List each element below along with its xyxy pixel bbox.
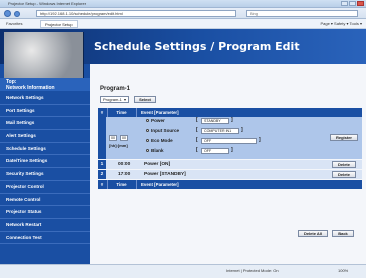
power-select[interactable]: STANDBY [201,118,229,124]
edit-row-marker [98,117,106,159]
sidebar-item-connection-test[interactable]: Connection Test [0,232,90,245]
close-button[interactable] [357,1,364,6]
minute-input[interactable]: 00 [120,135,128,141]
col-number-header: # [100,110,104,115]
browser-tab[interactable]: Projector Setup [40,20,78,28]
option-label: Eco Mode [151,138,173,143]
favorites-bar: Favorites Projector Setup Page ▾ Safety … [0,19,366,29]
back-button[interactable]: Back [332,230,354,237]
select-button[interactable]: Select [134,96,156,103]
row-time: 17:00 [118,172,131,177]
forward-arrow-icon[interactable] [14,10,20,17]
option-blank[interactable]: Blank [146,148,164,153]
time-format-label: [hh]:[mm] [109,143,128,148]
radio-icon[interactable] [146,119,149,123]
sidebar-item-alert-settings[interactable]: Alert Settings [0,130,90,143]
option-power[interactable]: Power [146,118,165,123]
sidebar-top-link[interactable]: Top: Network Information [0,78,90,91]
sidebar-item-network-settings[interactable]: Network Settings [0,92,90,105]
address-bar: http://192.168.1.10/schedule/program/edi… [0,8,366,19]
window-title: Projector Setup - Windows Internet Explo… [8,1,87,6]
maximize-button[interactable] [349,1,356,6]
input-source-select[interactable]: COMPUTER IN1 [201,128,239,134]
delete-button[interactable]: Delete [332,161,356,168]
security-zone-status: Internet | Protected Mode: On [226,268,279,273]
sidebar-item-security-settings[interactable]: Security Settings [0,168,90,181]
row-number: 1 [98,160,106,169]
option-input-source[interactable]: Input Source [146,128,179,133]
sidebar-item-schedule-settings[interactable]: Schedule Settings [0,143,90,156]
radio-icon[interactable] [146,129,149,133]
command-bar[interactable]: Page ▾ Safety ▾ Tools ▾ [320,21,362,26]
program-title: Program-1 [100,86,131,92]
blank-select[interactable]: OFF [201,148,229,154]
option-label: Power [151,118,165,123]
col-event-footer: Event [Parameter] [136,180,179,189]
favorites-button[interactable]: Favorites [6,21,22,26]
main-content: Program-1 Program-1 ▾ Select # Time Even… [90,64,366,264]
sidebar-heading-line2: Network Information [6,85,55,91]
back-arrow-icon[interactable] [4,10,11,17]
row-event: Power [ON] [144,162,171,167]
radio-icon[interactable] [146,139,149,143]
eco-mode-select[interactable]: OFF [201,138,257,144]
sidebar-item-projector-status[interactable]: Projector Status [0,206,90,219]
program-select-value: Program-1 [103,97,122,102]
edit-row: 00 00 [hh]:[mm] Power [ STANDBY ] Input … [98,117,362,159]
page-title: Schedule Settings / Program Edit [94,40,300,53]
col-event-header: Event [Parameter] [136,108,179,117]
table-row: 1 00:00 Power [ON] Delete [98,160,362,169]
row-event: Power [STANDBY] [144,172,186,177]
table-header: # Time Event [Parameter] [98,108,362,117]
row-number: 2 [98,170,106,179]
zoom-level[interactable]: 100% [338,268,348,273]
sidebar-item-projector-control[interactable]: Projector Control [0,181,90,194]
page: Schedule Settings / Program Edit Top: Ne… [0,29,366,264]
sidebar-item-network-restart[interactable]: Network Restart [0,219,90,232]
col-time-footer: Time [107,180,135,189]
table-footer-header: # Time Event [Parameter] [98,180,362,189]
browser-statusbar: Internet | Protected Mode: On 100% [0,264,366,278]
option-label: Blank [151,148,164,153]
hour-input[interactable]: 00 [109,135,117,141]
sidebar-item-date-time-settings[interactable]: Date/Time Settings [0,155,90,169]
sidebar-item-port-settings[interactable]: Port Settings [0,105,90,118]
url-field[interactable]: http://192.168.1.10/schedule/program/edi… [36,10,236,17]
register-button[interactable]: Register [330,134,358,141]
option-eco-mode[interactable]: Eco Mode [146,138,173,143]
window-controls [341,1,364,6]
search-input[interactable]: Bing [246,10,358,17]
chevron-down-icon: ▾ [123,97,126,102]
minimize-button[interactable] [341,1,348,6]
delete-button[interactable]: Delete [332,171,356,178]
sidebar: Top: Network Information Network Setting… [0,64,90,264]
browser-titlebar: Projector Setup - Windows Internet Explo… [0,0,366,8]
delete-all-button[interactable]: Delete All [298,230,328,237]
program-select[interactable]: Program-1 ▾ [100,96,129,103]
table-row: 2 17:00 Power [STANDBY] Delete [98,170,362,179]
row-time: 00:00 [118,162,131,167]
projector-lens-logo [4,32,84,78]
col-time-header: Time [107,108,135,117]
sidebar-item-mail-settings[interactable]: Mail Settings [0,117,90,131]
col-number-footer: # [100,182,104,187]
sidebar-menu: Network Settings Port Settings Mail Sett… [0,92,90,245]
sidebar-item-remote-control[interactable]: Remote Control [0,194,90,207]
option-label: Input Source [151,128,180,133]
radio-icon[interactable] [146,149,149,153]
